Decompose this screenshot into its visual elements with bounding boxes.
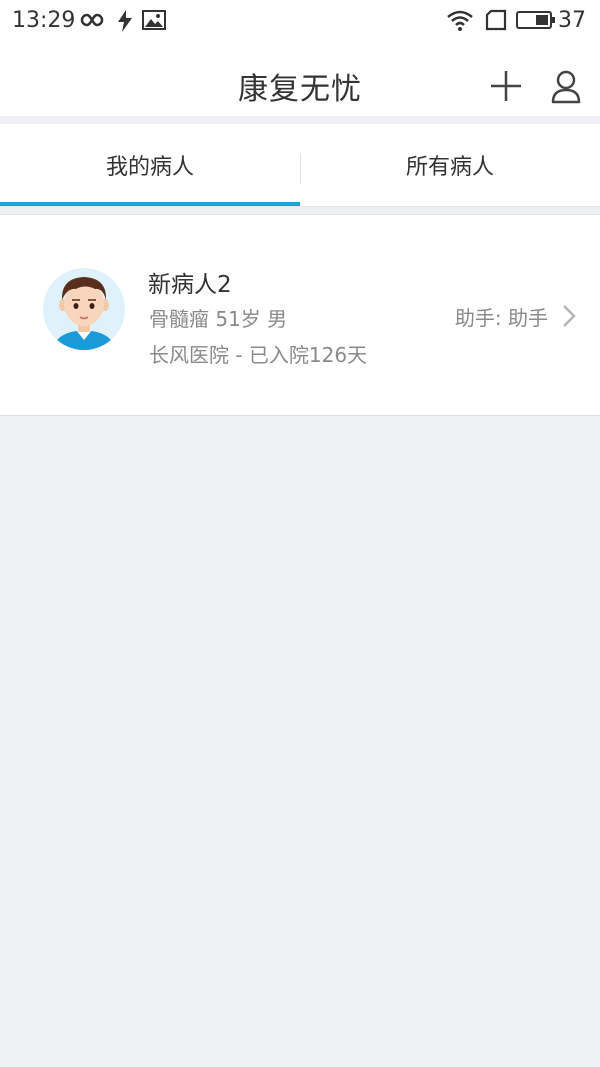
tab-my-patients[interactable]: 我的病人	[0, 124, 300, 206]
wifi-icon	[446, 9, 474, 37]
patient-name: 新病人2	[148, 272, 232, 298]
chevron-right-icon	[563, 305, 576, 327]
patient-hospital: 长风医院 - 已入院126天	[149, 343, 368, 367]
patient-list: 新病人2 骨髓瘤 51岁 男 长风医院 - 已入院126天 助手: 助手	[0, 214, 600, 416]
tab-label: 我的病人	[105, 155, 194, 180]
profile-button[interactable]	[546, 66, 586, 106]
header-separator	[0, 116, 600, 124]
tab-label: 所有病人	[405, 155, 494, 180]
add-icon	[491, 71, 521, 101]
app-header: 康复无忧	[0, 44, 600, 116]
image-icon	[142, 9, 166, 35]
battery-level: 37	[558, 8, 586, 33]
flash-icon	[116, 9, 134, 37]
list-item[interactable]: 新病人2 骨髓瘤 51岁 男 长风医院 - 已入院126天 助手: 助手	[0, 215, 600, 415]
patient-info: 骨髓瘤 51岁 男	[149, 307, 288, 331]
add-button[interactable]	[486, 66, 526, 106]
patient-tabs: 我的病人 所有病人	[0, 124, 600, 207]
user-icon	[551, 70, 581, 104]
avatar	[43, 268, 125, 350]
patient-avatar-icon	[43, 268, 125, 350]
infinity-icon	[80, 10, 108, 34]
status-bar: 13:29 37	[0, 0, 600, 44]
tab-all-patients[interactable]: 所有病人	[300, 124, 600, 206]
sim-icon	[484, 9, 508, 35]
patient-assistant: 助手: 助手	[454, 306, 548, 330]
status-time: 13:29	[12, 8, 76, 33]
battery-icon	[516, 9, 556, 35]
